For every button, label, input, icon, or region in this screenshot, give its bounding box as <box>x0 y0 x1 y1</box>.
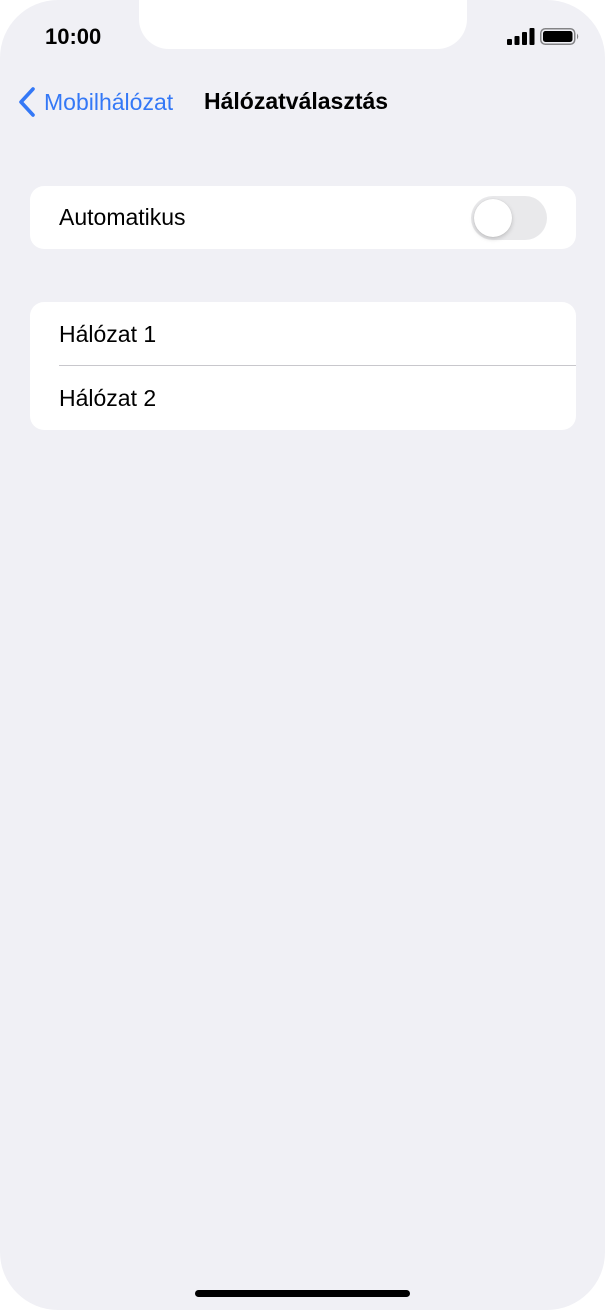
network-item-2[interactable]: Hálózat 2 <box>30 366 576 430</box>
phone-screen: 10:00 Mobilhálózat Hálózatválasztás Auto… <box>0 0 605 1310</box>
back-button[interactable]: Mobilhálózat <box>16 84 173 120</box>
network-item-label: Hálózat 2 <box>59 384 157 411</box>
chevron-left-icon <box>19 87 35 117</box>
cellular-signal-icon <box>507 28 535 45</box>
automatic-toggle[interactable] <box>471 196 547 240</box>
network-item-1[interactable]: Hálózat 1 <box>30 302 576 366</box>
page-title: Hálózatválasztás <box>204 88 389 114</box>
toggle-knob <box>474 199 512 237</box>
notch <box>139 0 467 49</box>
automatic-card: Automatikus <box>30 186 576 249</box>
back-button-label: Mobilhálózat <box>44 88 174 115</box>
battery-icon <box>540 28 579 45</box>
network-item-label: Hálózat 1 <box>59 320 157 347</box>
network-list: Hálózat 1 Hálózat 2 <box>30 302 576 430</box>
status-time: 10:00 <box>45 24 102 49</box>
home-indicator[interactable] <box>195 1290 410 1297</box>
automatic-label: Automatikus <box>59 204 186 230</box>
